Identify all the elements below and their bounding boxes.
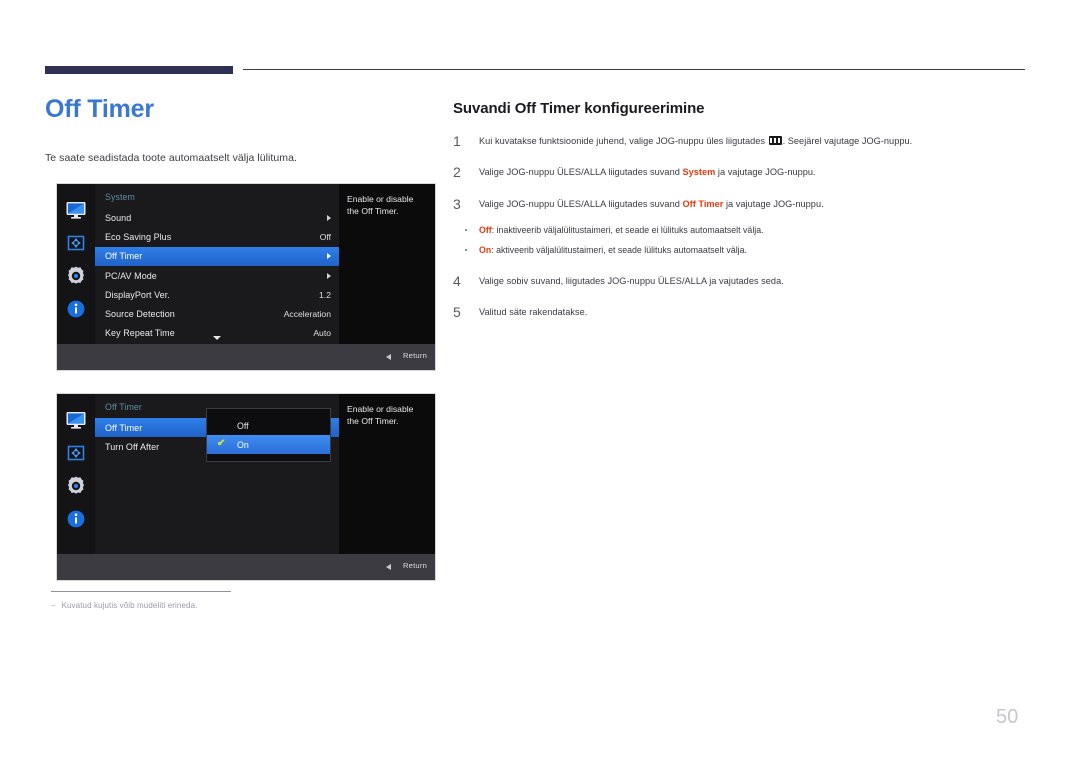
step-list: 1 Kui kuvatakse funktsioonide juhend, val… — [453, 133, 1028, 320]
bullet-item-on: On: aktiveerib väljalülitustaimeri, et s… — [453, 244, 1028, 257]
dropdown-option-label: On — [237, 439, 249, 450]
step-text-before: Valige JOG-nuppu ÜLES/ALLA liigutades su… — [479, 167, 683, 178]
osd2-return-label[interactable]: Return — [403, 561, 427, 570]
dropdown-option-on[interactable]: ✔ On — [207, 435, 330, 454]
bullet-highlight: On — [479, 244, 492, 255]
header-rule-line — [243, 69, 1025, 71]
osd1-row-key-repeat-time[interactable]: Key Repeat Time Auto — [95, 324, 339, 343]
osd1-row-displayport-ver[interactable]: DisplayPort Ver. 1.2 — [95, 285, 339, 304]
footnote: – Kuvatud kujutis võib mudeliti erineda. — [51, 601, 197, 610]
osd1-row-eco-saving-plus[interactable]: Eco Saving Plus Off — [95, 227, 339, 246]
step-item-3: 3 Valige JOG-nuppu ÜLES/ALLA liigutades s… — [453, 196, 1028, 212]
osd1-row-label: Key Repeat Time — [105, 328, 175, 339]
osd1-row-label: Eco Saving Plus — [105, 231, 172, 242]
step-highlight: System — [682, 167, 716, 178]
chevron-right-icon — [327, 253, 331, 260]
info-icon[interactable] — [64, 507, 88, 531]
header-rule-accent — [45, 66, 233, 74]
option-bullet-list: Off: inaktiveerib väljalülitustaimeri, e… — [453, 224, 1028, 257]
manual-page: Off Timer Te saate seadistada toote auto… — [0, 0, 1080, 763]
step-text-before: Valitud säte rakendatakse. — [479, 306, 588, 317]
footnote-divider — [51, 591, 231, 593]
osd1-category-label: System — [105, 192, 135, 202]
gear-icon[interactable] — [64, 474, 88, 498]
osd1-row-value: Off — [319, 231, 331, 242]
osd1-row-value: Auto — [313, 328, 331, 339]
footnote-dash: – — [51, 601, 56, 610]
step-text-before: Valige JOG-nuppu ÜLES/ALLA liigutades su… — [479, 198, 683, 209]
dropdown-option-label: Off — [237, 420, 249, 431]
screen-adjust-icon[interactable] — [64, 441, 88, 465]
step-text-after: ja vajutage JOG-nuppu. — [723, 198, 824, 209]
step-number: 4 — [453, 272, 461, 289]
step-number: 5 — [453, 303, 461, 320]
chevron-right-icon — [327, 214, 331, 221]
step-number: 2 — [453, 164, 461, 181]
osd2-description-panel: Enable or disable the Off Timer. — [339, 394, 435, 554]
bullet-highlight: Off — [479, 225, 492, 236]
page-number: 50 — [996, 706, 1019, 728]
osd-screenshot-system-menu: System Sound Eco Saving Plus Off Off Tim… — [57, 184, 435, 370]
step-item-5: 5 Valitud säte rakendatakse. — [453, 304, 1028, 320]
scroll-down-icon[interactable] — [213, 336, 221, 340]
page-title: Off Timer — [45, 95, 154, 123]
osd1-row-list: Sound Eco Saving Plus Off Off Timer PC/A… — [95, 208, 339, 343]
step-text-after: . Seejärel vajutage JOG-nuppu. — [782, 136, 913, 146]
bullet-text: : inaktiveerib väljalülitustaimeri, et s… — [491, 225, 764, 236]
step-text-before: Valige sobiv suvand, liigutades JOG-nupp… — [479, 275, 784, 286]
screen-adjust-icon[interactable] — [64, 231, 88, 255]
chevron-right-icon — [327, 272, 331, 279]
menu-icon — [768, 136, 782, 145]
step-item-4: 4 Valige sobiv suvand, liigutades JOG-nup… — [453, 273, 1028, 289]
osd1-row-value: Acceleration — [283, 309, 331, 320]
osd1-return-label[interactable]: Return — [403, 351, 427, 360]
osd2-footer-bar: Return — [57, 554, 435, 580]
right-column: Suvandi Off Timer konfigureerimine 1 Kui … — [453, 100, 1028, 320]
osd1-row-off-timer[interactable]: Off Timer — [95, 246, 339, 266]
osd1-row-pc-av-mode[interactable]: PC/AV Mode — [95, 266, 339, 285]
step-highlight: Off Timer — [682, 198, 724, 209]
osd1-row-label: Off Timer — [105, 251, 143, 262]
step-text-before: Kui kuvatakse funktsioonide juhend, vali… — [479, 136, 768, 146]
osd1-icon-sidebar — [57, 184, 95, 344]
osd1-row-label: DisplayPort Ver. — [105, 289, 170, 300]
step-item-2: 2 Valige JOG-nuppu ÜLES/ALLA liigutades s… — [453, 164, 1028, 180]
back-arrow-icon — [386, 564, 391, 570]
back-arrow-icon — [386, 354, 391, 360]
bullet-text: : aktiveerib väljalülitustaimeri, et sea… — [491, 244, 747, 255]
bullet-dot-icon — [465, 248, 468, 251]
osd1-row-source-detection[interactable]: Source Detection Acceleration — [95, 304, 339, 323]
monitor-icon[interactable] — [64, 408, 88, 432]
page-intro-text: Te saate seadistada toote automaatselt v… — [45, 152, 297, 164]
step-number: 1 — [453, 133, 461, 149]
info-icon[interactable] — [64, 297, 88, 321]
osd1-menu-body: System Sound Eco Saving Plus Off Off Tim… — [95, 184, 339, 344]
bullet-item-off: Off: inaktiveerib väljalülitustaimeri, e… — [453, 224, 1028, 237]
osd1-row-value: 1.2 — [319, 289, 331, 300]
gear-icon[interactable] — [64, 264, 88, 288]
osd1-row-sound[interactable]: Sound — [95, 208, 339, 227]
step-item-1: 1 Kui kuvatakse funktsioonide juhend, val… — [453, 133, 1028, 149]
osd1-footer-bar: Return — [57, 344, 435, 370]
osd2-category-label: Off Timer — [105, 402, 142, 412]
osd2-icon-sidebar — [57, 394, 95, 554]
osd1-row-label: PC/AV Mode — [105, 270, 157, 281]
step-text-after: ja vajutage JOG-nuppu. — [715, 167, 816, 178]
step-number: 3 — [453, 195, 461, 212]
section-heading: Suvandi Off Timer konfigureerimine — [453, 100, 705, 117]
osd-screenshot-off-timer-menu: Off Timer Off Timer Turn Off After Off ✔… — [57, 394, 435, 580]
bullet-dot-icon — [465, 229, 468, 232]
dropdown-option-off[interactable]: Off — [207, 416, 330, 435]
osd2-menu-body: Off Timer Off Timer Turn Off After Off ✔… — [95, 394, 339, 554]
left-column: Off Timer — [45, 95, 435, 124]
osd1-row-label: Source Detection — [105, 309, 175, 320]
monitor-icon[interactable] — [64, 198, 88, 222]
osd1-row-label: Sound — [105, 212, 132, 223]
check-icon: ✔ — [217, 438, 226, 449]
osd1-description-panel: Enable or disable the Off Timer. — [339, 184, 435, 344]
off-timer-dropdown: Off ✔ On — [206, 408, 331, 462]
footnote-text: Kuvatud kujutis võib mudeliti erineda. — [61, 601, 198, 610]
